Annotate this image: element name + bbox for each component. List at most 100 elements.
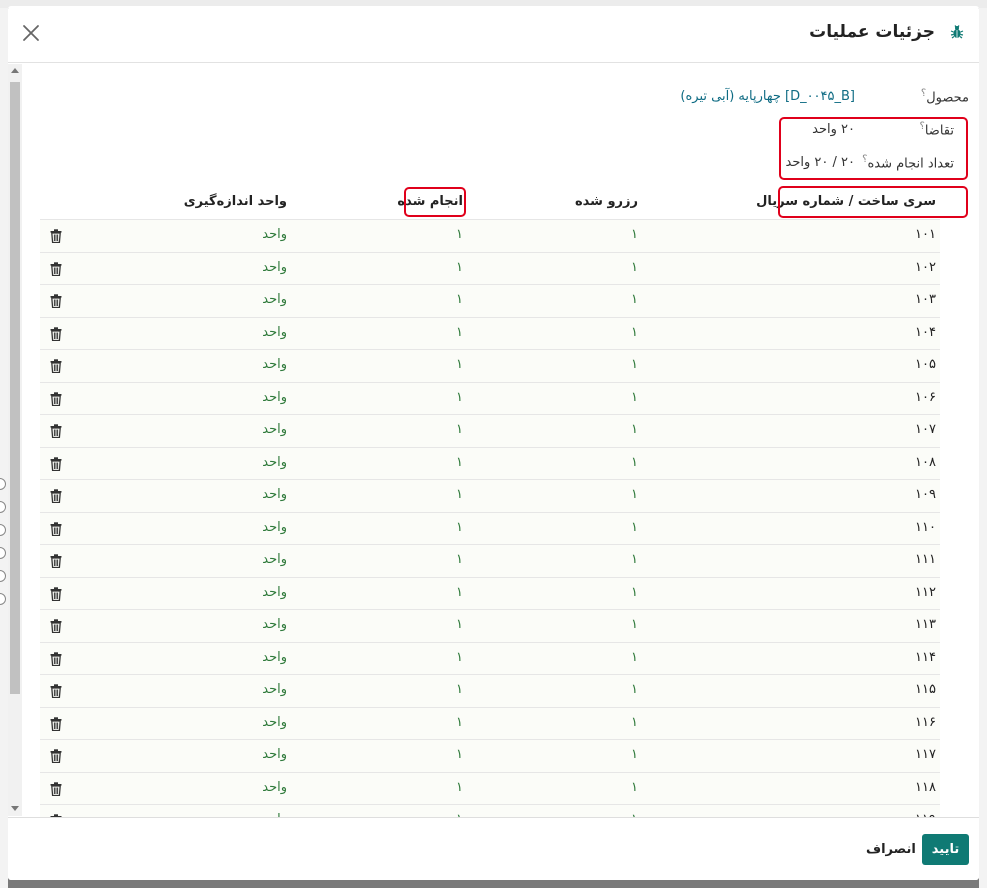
trash-icon[interactable] — [50, 553, 62, 569]
trash-icon[interactable] — [50, 683, 62, 699]
uom-cell[interactable]: واحد — [262, 455, 287, 470]
serial-cell[interactable]: ۱۱۶ — [915, 715, 936, 730]
trash-icon[interactable] — [50, 391, 62, 406]
trash-icon[interactable] — [50, 456, 62, 471]
uom-cell[interactable]: واحد — [262, 357, 287, 372]
serial-cell[interactable]: ۱۰۵ — [915, 357, 936, 372]
table-row[interactable]: ۱۰۳ ۱ ۱ واحد — [40, 284, 940, 317]
done-cell[interactable]: ۱ — [456, 455, 463, 470]
serial-cell[interactable]: ۱۰۸ — [915, 455, 936, 470]
table-row[interactable]: ۱۱۴ ۱ ۱ واحد — [40, 641, 940, 674]
serial-cell[interactable]: ۱۰۱ — [915, 227, 936, 242]
uom-cell[interactable]: واحد — [262, 585, 287, 600]
uom-cell[interactable]: واحد — [262, 682, 287, 697]
table-row[interactable]: ۱۱۸ ۱ ۱ واحد — [40, 771, 940, 804]
uom-cell[interactable]: واحد — [262, 292, 287, 307]
uom-cell[interactable]: واحد — [262, 650, 287, 665]
trash-icon[interactable] — [50, 423, 62, 439]
table-row[interactable]: ۱۱۳ ۱ ۱ واحد — [40, 609, 940, 642]
table-row[interactable]: ۱۱۰ ۱ ۱ واحد — [40, 511, 940, 544]
done-cell[interactable]: ۱ — [456, 520, 463, 535]
uom-cell[interactable]: واحد — [262, 390, 287, 405]
product-value[interactable]: [D_۰۰۴۵_B] چهارپایه (آبی تیره) — [680, 89, 855, 104]
table-row[interactable]: ۱۰۱ ۱ ۱ واحد — [40, 219, 940, 252]
uom-cell[interactable]: واحد — [262, 520, 287, 535]
table-row[interactable]: ۱۱۲ ۱ ۱ واحد — [40, 576, 940, 609]
cancel-button[interactable]: انصراف — [866, 842, 916, 857]
table-row[interactable]: ۱۰۲ ۱ ۱ واحد — [40, 251, 940, 284]
table-row[interactable]: ۱۱۷ ۱ ۱ واحد — [40, 739, 940, 772]
serial-cell[interactable]: ۱۱۰ — [915, 520, 936, 535]
done-cell[interactable]: ۱ — [456, 650, 463, 665]
serial-cell[interactable]: ۱۰۳ — [915, 292, 936, 307]
serial-cell[interactable]: ۱۱۱ — [915, 552, 936, 567]
column-header-reserved[interactable]: رزرو شده — [575, 194, 638, 209]
trash-icon[interactable] — [50, 358, 62, 374]
trash-icon[interactable] — [50, 228, 62, 244]
uom-cell[interactable]: واحد — [262, 747, 287, 762]
uom-cell[interactable]: واحد — [262, 227, 287, 242]
done-cell[interactable]: ۱ — [456, 422, 463, 437]
scroll-down-arrow-icon[interactable] — [11, 806, 19, 811]
table-row[interactable]: ۱۱۵ ۱ ۱ واحد — [40, 674, 940, 707]
done-cell[interactable]: ۱ — [456, 487, 463, 502]
trash-icon[interactable] — [50, 293, 62, 309]
uom-cell[interactable]: واحد — [262, 422, 287, 437]
table-row[interactable]: ۱۰۴ ۱ ۱ واحد — [40, 316, 940, 349]
trash-icon[interactable] — [50, 618, 62, 634]
table-row[interactable]: ۱۰۵ ۱ ۱ واحد — [40, 349, 940, 382]
trash-icon[interactable] — [50, 781, 62, 796]
done-cell[interactable]: ۱ — [456, 390, 463, 405]
trash-icon[interactable] — [50, 488, 62, 504]
table-row[interactable]: ۱۰۷ ۱ ۱ واحد — [40, 414, 940, 447]
table-row[interactable]: ۱۰۸ ۱ ۱ واحد — [40, 446, 940, 479]
trash-icon[interactable] — [50, 716, 62, 731]
scroll-up-arrow-icon[interactable] — [11, 68, 19, 73]
uom-cell[interactable]: واحد — [262, 552, 287, 567]
serial-cell[interactable]: ۱۱۵ — [915, 682, 936, 697]
done-cell[interactable]: ۱ — [456, 357, 463, 372]
trash-icon[interactable] — [50, 326, 62, 341]
done-cell[interactable]: ۱ — [456, 325, 463, 340]
serial-cell[interactable]: ۱۰۲ — [915, 260, 936, 275]
table-row[interactable]: ۱۰۶ ۱ ۱ واحد — [40, 381, 940, 414]
confirm-button[interactable]: تایید — [922, 834, 969, 865]
trash-icon[interactable] — [50, 521, 62, 536]
serial-cell[interactable]: ۱۰۷ — [915, 422, 936, 437]
scroll-thumb[interactable] — [10, 82, 20, 694]
trash-icon[interactable] — [50, 748, 62, 764]
done-cell[interactable]: ۱ — [456, 617, 463, 632]
uom-cell[interactable]: واحد — [262, 487, 287, 502]
serial-cell[interactable]: ۱۱۳ — [915, 617, 936, 632]
serial-cell[interactable]: ۱۱۷ — [915, 747, 936, 762]
done-cell[interactable]: ۱ — [456, 227, 463, 242]
serial-cell[interactable]: ۱۱۲ — [915, 585, 936, 600]
uom-cell[interactable]: واحد — [262, 780, 287, 795]
trash-icon[interactable] — [50, 651, 62, 666]
uom-cell[interactable]: واحد — [262, 617, 287, 632]
table-row[interactable]: ۱۰۹ ۱ ۱ واحد — [40, 479, 940, 512]
serial-cell[interactable]: ۱۰۴ — [915, 325, 936, 340]
done-cell[interactable]: ۱ — [456, 682, 463, 697]
done-cell[interactable]: ۱ — [456, 585, 463, 600]
close-icon[interactable] — [20, 22, 42, 44]
done-cell[interactable]: ۱ — [456, 747, 463, 762]
trash-icon[interactable] — [50, 586, 62, 601]
scrollbar[interactable] — [8, 64, 22, 816]
done-cell[interactable]: ۱ — [456, 552, 463, 567]
serial-cell[interactable]: ۱۱۴ — [915, 650, 936, 665]
uom-cell[interactable]: واحد — [262, 325, 287, 340]
uom-cell[interactable]: واحد — [262, 715, 287, 730]
done-cell[interactable]: ۱ — [456, 780, 463, 795]
column-header-uom[interactable]: واحد اندازه‌گیری — [184, 194, 287, 209]
done-cell[interactable]: ۱ — [456, 292, 463, 307]
uom-cell[interactable]: واحد — [262, 260, 287, 275]
table-row[interactable]: ۱۱۶ ۱ ۱ واحد — [40, 706, 940, 739]
trash-icon[interactable] — [50, 261, 62, 276]
serial-cell[interactable]: ۱۰۶ — [915, 390, 936, 405]
done-cell[interactable]: ۱ — [456, 260, 463, 275]
serial-cell[interactable]: ۱۰۹ — [915, 487, 936, 502]
done-cell[interactable]: ۱ — [456, 715, 463, 730]
table-row[interactable]: ۱۱۱ ۱ ۱ واحد — [40, 544, 940, 577]
serial-cell[interactable]: ۱۱۸ — [915, 780, 936, 795]
